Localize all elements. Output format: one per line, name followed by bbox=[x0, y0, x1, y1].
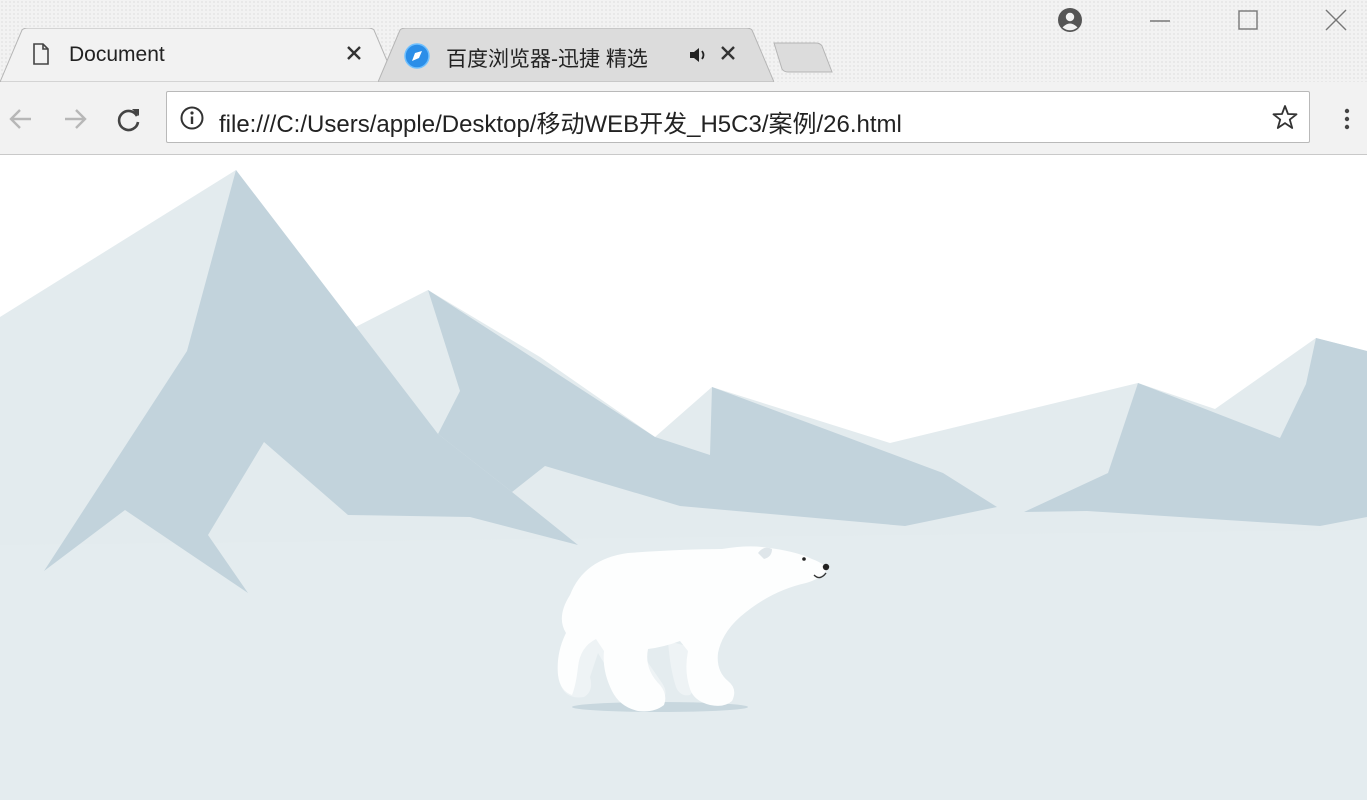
maximize-button[interactable] bbox=[1234, 6, 1262, 34]
tab-close-icon[interactable] bbox=[717, 42, 739, 64]
minimize-button[interactable] bbox=[1146, 6, 1174, 34]
menu-kebab-icon[interactable] bbox=[1335, 104, 1359, 134]
tab-baidu-browser[interactable]: 百度浏览器-迅捷 精选 bbox=[378, 28, 774, 82]
bookmark-star-icon[interactable] bbox=[1271, 103, 1299, 131]
tab-title: Document bbox=[69, 43, 165, 66]
title-bar: Document 百度浏览器-迅捷 精选 bbox=[0, 0, 1367, 82]
tab-title: 百度浏览器-迅捷 精选 bbox=[446, 48, 648, 71]
audio-playing-icon[interactable] bbox=[688, 46, 708, 64]
new-tab-button[interactable] bbox=[770, 41, 834, 75]
url-text[interactable]: file:///C:/Users/apple/Desktop/移动WEB开发_H… bbox=[219, 104, 902, 139]
tab-close-icon[interactable] bbox=[343, 42, 365, 64]
page-viewport bbox=[0, 155, 1367, 800]
info-icon[interactable] bbox=[179, 105, 205, 131]
address-bar[interactable]: file:///C:/Users/apple/Desktop/移动WEB开发_H… bbox=[166, 91, 1310, 143]
browser-toolbar: file:///C:/Users/apple/Desktop/移动WEB开发_H… bbox=[0, 82, 1367, 155]
back-button[interactable] bbox=[6, 104, 36, 134]
bear-eye bbox=[802, 557, 806, 561]
close-window-button[interactable] bbox=[1322, 6, 1350, 34]
polar-scene bbox=[0, 155, 1367, 800]
document-icon bbox=[33, 43, 49, 65]
baidu-browser-icon bbox=[404, 43, 430, 69]
bear-nose bbox=[822, 563, 830, 571]
profile-icon[interactable] bbox=[1056, 6, 1084, 34]
forward-button[interactable] bbox=[60, 104, 90, 134]
tab-document[interactable]: Document bbox=[0, 28, 396, 82]
reload-button[interactable] bbox=[114, 104, 144, 134]
